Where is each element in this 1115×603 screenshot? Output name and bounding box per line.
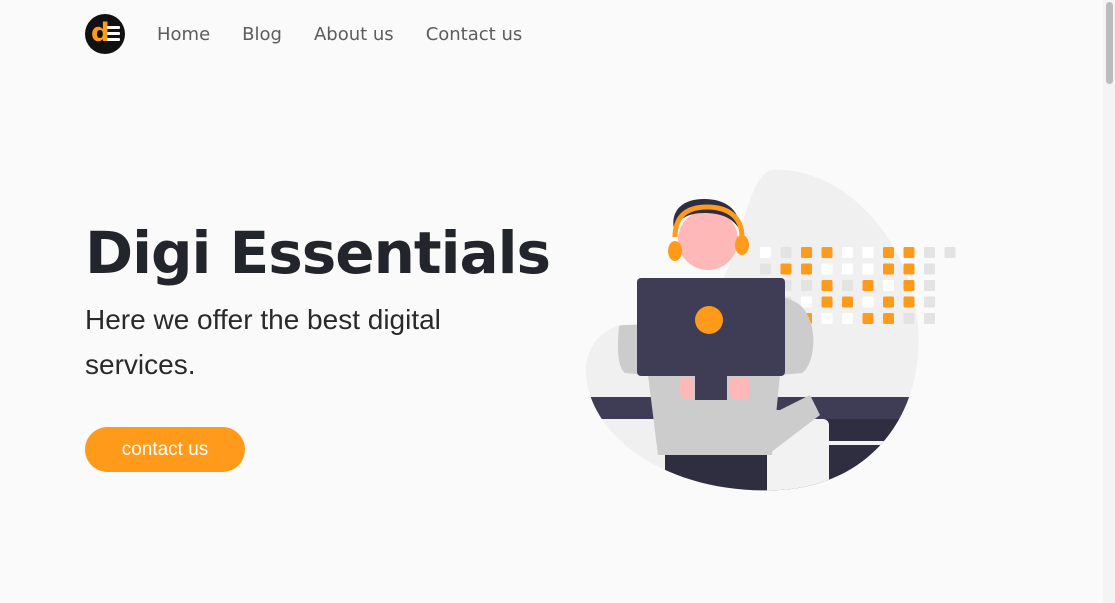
hero-title: Digi Essentials	[85, 219, 551, 287]
hands-right	[730, 377, 750, 399]
grid-dot	[821, 313, 833, 324]
grid-dot	[801, 280, 812, 291]
grid-dot	[862, 296, 874, 308]
grid-dot	[842, 263, 853, 275]
grid-dot	[862, 247, 874, 258]
grid-dot	[924, 296, 935, 308]
hero-subtitle: Here we offer the best digital services.	[85, 304, 441, 380]
grid-dot	[801, 263, 812, 275]
grid-dot	[862, 313, 874, 324]
grid-dot	[821, 247, 833, 258]
headset-left	[668, 241, 682, 261]
grid-dot	[883, 263, 894, 275]
grid-dot	[883, 313, 894, 324]
grid-dot	[903, 280, 915, 291]
top-nav: d Home Blog About us Contact us	[85, 14, 554, 54]
grid-dot	[842, 313, 853, 324]
nav-contact-link[interactable]: Contact us	[426, 24, 523, 45]
brand-logo[interactable]: d	[85, 14, 125, 54]
grid-dot	[903, 296, 915, 308]
grid-dot	[924, 280, 935, 291]
grid-dot	[821, 280, 833, 291]
grid-dot	[903, 247, 915, 258]
head	[678, 210, 738, 270]
grid-dot	[862, 280, 874, 291]
nav-about-link[interactable]: About us	[314, 24, 394, 45]
grid-dot	[801, 296, 812, 308]
grid-dot	[924, 313, 935, 324]
grid-dot	[801, 247, 812, 258]
grid-dot	[903, 263, 915, 275]
grid-dot	[842, 296, 853, 308]
grid-dot	[842, 247, 853, 258]
person-at-computer-illustration	[585, 169, 956, 491]
grid-dot	[780, 263, 792, 275]
contact-us-button[interactable]: contact us	[85, 427, 245, 472]
nav-blog-link[interactable]: Blog	[242, 24, 282, 45]
chair-bar	[829, 441, 889, 445]
grid-dot	[760, 263, 771, 275]
grid-dot	[883, 247, 894, 258]
grid-dot	[883, 280, 894, 291]
grid-dot	[944, 247, 956, 258]
nav-home-link[interactable]: Home	[157, 24, 210, 45]
grid-dot	[821, 296, 833, 308]
page-scrollbar[interactable]	[1103, 0, 1115, 603]
grid-dot	[924, 263, 935, 275]
grid-dot	[760, 247, 771, 258]
logo-bars-icon	[107, 26, 120, 44]
monitor-dot	[695, 306, 723, 334]
grid-dot	[862, 263, 874, 275]
grid-dot	[821, 263, 833, 275]
grid-dot	[903, 313, 915, 324]
grid-dot	[883, 296, 894, 308]
headset-right	[735, 235, 749, 255]
grid-dot	[780, 247, 792, 258]
hands-left	[680, 377, 694, 399]
scrollbar-thumb[interactable]	[1106, 2, 1113, 84]
grid-dot	[924, 247, 935, 258]
grid-dot	[842, 280, 853, 291]
